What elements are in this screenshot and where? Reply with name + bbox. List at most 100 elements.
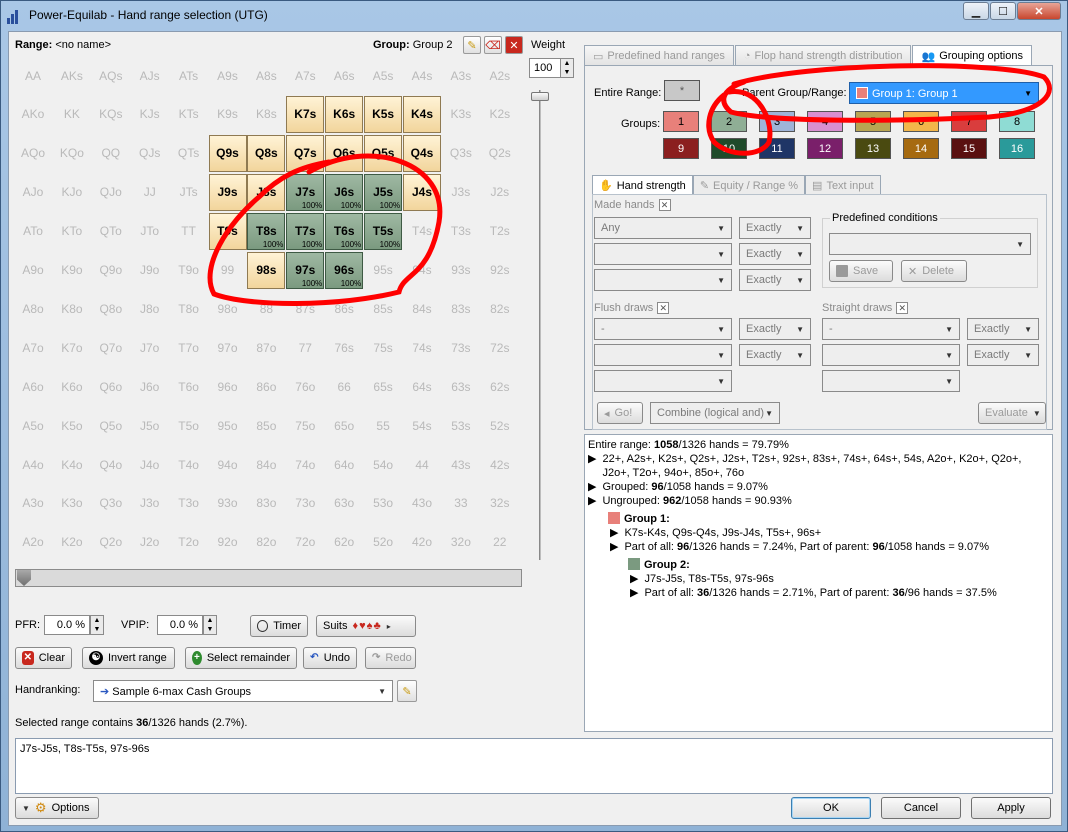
flush-draws-operator-2[interactable]: Exactly ▼ (739, 344, 811, 366)
straight-draws-select-2[interactable]: ▼ (822, 344, 960, 366)
hand-cell-62o[interactable]: 62o (325, 524, 363, 561)
hand-cell-KQs[interactable]: KQs (92, 96, 130, 133)
hand-cell-A5s[interactable]: A5s (364, 57, 402, 94)
hand-cell-97s[interactable]: 97s 100% (286, 251, 325, 289)
hand-cell-43o[interactable]: 43o (403, 485, 441, 522)
hand-cell-22[interactable]: 22 (481, 524, 519, 561)
hand-cell-A3s[interactable]: A3s (442, 57, 480, 94)
flush-draws-select-1[interactable]: - ▼ (594, 318, 732, 340)
hand-cell-76o[interactable]: 76o (286, 368, 324, 405)
hand-cell-K8o[interactable]: K8o (53, 290, 91, 327)
hand-cell-75s[interactable]: 75s (364, 329, 402, 366)
hand-cell-J2o[interactable]: J2o (131, 524, 169, 561)
hand-cell-A5o[interactable]: A5o (14, 407, 52, 444)
hand-cell-A8o[interactable]: A8o (14, 290, 52, 327)
hand-cell-Q5s[interactable]: Q5s (364, 134, 403, 172)
hand-cell-AKs[interactable]: AKs (53, 57, 91, 94)
hand-cell-T3s[interactable]: T3s (442, 213, 480, 250)
hand-cell-Q3s[interactable]: Q3s (442, 135, 480, 172)
hand-cell-J3o[interactable]: J3o (131, 485, 169, 522)
hand-cell-72o[interactable]: 72o (286, 524, 324, 561)
flush-draws-select-2[interactable]: ▼ (594, 344, 732, 366)
hand-cell-T4o[interactable]: T4o (170, 446, 208, 483)
hand-cell-83o[interactable]: 83o (247, 485, 285, 522)
hand-cell-J3s[interactable]: J3s (442, 174, 480, 211)
hand-cell-KJo[interactable]: KJo (53, 174, 91, 211)
hand-cell-AKo[interactable]: AKo (14, 96, 52, 133)
hand-cell-32o[interactable]: 32o (442, 524, 480, 561)
hand-cell-T8o[interactable]: T8o (170, 290, 208, 327)
hand-cell-Q6o[interactable]: Q6o (92, 368, 130, 405)
hand-cell-A2o[interactable]: A2o (14, 524, 52, 561)
hand-cell-74s[interactable]: 74s (403, 329, 441, 366)
combine-select[interactable]: Combine (logical and) ▼ (650, 402, 780, 424)
group-button-3[interactable]: 3 (759, 111, 795, 132)
group-button-16[interactable]: 16 (999, 138, 1035, 159)
hand-cell-96o[interactable]: 96o (209, 368, 247, 405)
hand-cell-Q5o[interactable]: Q5o (92, 407, 130, 444)
hand-cell-K7o[interactable]: K7o (53, 329, 91, 366)
hand-cell-Q9o[interactable]: Q9o (92, 252, 130, 289)
hand-cell-K8s[interactable]: K8s (247, 96, 285, 133)
hand-cell-Q9s[interactable]: Q9s (208, 134, 247, 172)
made-hands-select-2[interactable]: ▼ (594, 243, 732, 265)
handranking-select[interactable]: ➔ Sample 6-max Cash Groups ▼ (93, 680, 393, 702)
hand-cell-A3o[interactable]: A3o (14, 485, 52, 522)
hand-cell-A7o[interactable]: A7o (14, 329, 52, 366)
group-button-4[interactable]: 4 (807, 111, 843, 132)
hand-cell-Q3o[interactable]: Q3o (92, 485, 130, 522)
range-percent-slider[interactable] (15, 569, 522, 587)
straight-draws-select-1[interactable]: - ▼ (822, 318, 960, 340)
hand-cell-52o[interactable]: 52o (364, 524, 402, 561)
hand-cell-52s[interactable]: 52s (481, 407, 519, 444)
hand-cell-J5s[interactable]: J5s 100% (364, 173, 403, 211)
hand-cell-T8s[interactable]: T8s 100% (247, 212, 286, 250)
hand-cell-43s[interactable]: 43s (442, 446, 480, 483)
hand-cell-Q4s[interactable]: Q4s (403, 134, 441, 172)
title-bar[interactable]: Power-Equilab - Hand range selection (UT… (1, 1, 1067, 31)
hand-cell-94o[interactable]: 94o (209, 446, 247, 483)
hand-cell-64o[interactable]: 64o (325, 446, 363, 483)
hand-cell-AA[interactable]: AA (14, 57, 52, 94)
group-button-5[interactable]: 5 (855, 111, 891, 132)
hand-cell-T2s[interactable]: T2s (481, 213, 519, 250)
hand-cell-94s[interactable]: 94s (403, 252, 441, 289)
hand-cell-84o[interactable]: 84o (247, 446, 285, 483)
hand-cell-A4s[interactable]: A4s (403, 57, 441, 94)
hand-cell-54o[interactable]: 54o (364, 446, 402, 483)
hand-cell-95o[interactable]: 95o (209, 407, 247, 444)
hand-cell-K5s[interactable]: K5s (364, 95, 403, 133)
hand-cell-T9s[interactable]: T9s (208, 212, 247, 250)
hand-cell-53o[interactable]: 53o (364, 485, 402, 522)
hand-cell-K2s[interactable]: K2s (481, 96, 519, 133)
hand-cell-J7o[interactable]: J7o (131, 329, 169, 366)
hand-cell-K9s[interactable]: K9s (209, 96, 247, 133)
predefined-conditions-select[interactable]: ▼ (829, 233, 1031, 255)
hand-cell-65s[interactable]: 65s (364, 368, 402, 405)
cancel-button[interactable]: Cancel (881, 797, 961, 819)
straight-draws-operator-1[interactable]: Exactly ▼ (967, 318, 1039, 340)
suits-button[interactable]: Suits ♦♥♠♣ ▸ (316, 615, 416, 637)
hand-cell-A9s[interactable]: A9s (209, 57, 247, 94)
weight-spinner[interactable]: ▲ ▼ (560, 58, 574, 78)
hand-cell-33[interactable]: 33 (442, 485, 480, 522)
hand-cell-53s[interactable]: 53s (442, 407, 480, 444)
pfr-input[interactable]: 0.0 % (44, 615, 90, 635)
hand-cell-42s[interactable]: 42s (481, 446, 519, 483)
undo-button[interactable]: ↶ Undo (303, 647, 357, 669)
hand-cell-82s[interactable]: 82s (481, 290, 519, 327)
group-button-9[interactable]: 9 (663, 138, 699, 159)
close-x-icon[interactable]: ✕ (657, 302, 670, 314)
hand-cell-95s[interactable]: 95s (364, 252, 402, 289)
close-x-icon[interactable]: ✕ (896, 302, 909, 314)
pfr-spinner[interactable]: ▲ ▼ (90, 615, 104, 635)
hand-cell-72s[interactable]: 72s (481, 329, 519, 366)
hand-cell-J9s[interactable]: J9s (208, 173, 247, 211)
clear-group-button[interactable]: ⌫ (484, 36, 502, 54)
hand-cell-98o[interactable]: 98o (209, 290, 247, 327)
weight-slider-thumb[interactable] (531, 92, 549, 101)
hand-cell-QTo[interactable]: QTo (92, 213, 130, 250)
hand-cell-QTs[interactable]: QTs (170, 135, 208, 172)
group-button-7[interactable]: 7 (951, 111, 987, 132)
hand-cell-Q7o[interactable]: Q7o (92, 329, 130, 366)
